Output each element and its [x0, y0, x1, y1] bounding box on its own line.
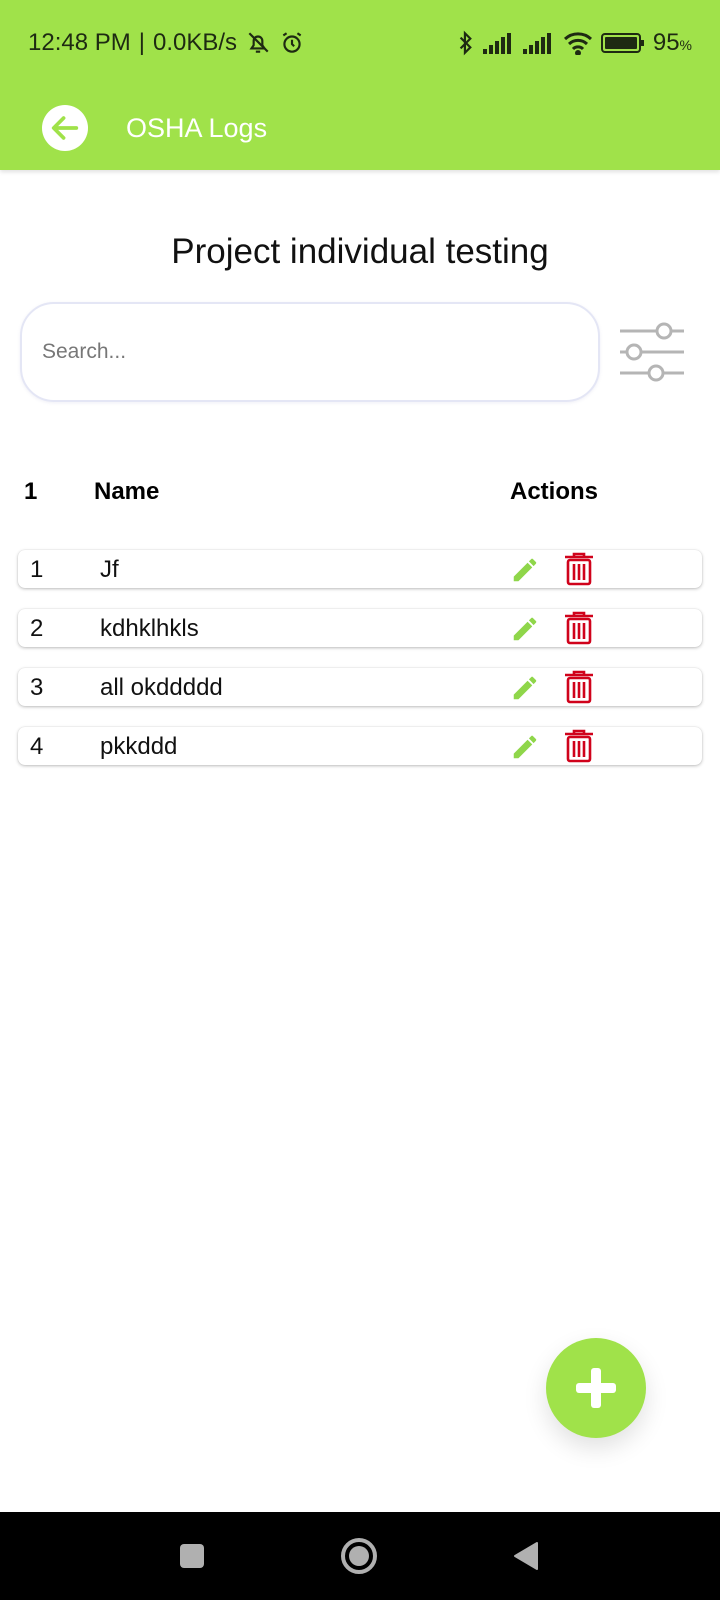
delete-button[interactable] [562, 610, 596, 646]
pencil-icon [510, 614, 540, 644]
delete-button[interactable] [562, 669, 596, 705]
status-left: 12:48 PM | 0.0KB/s [28, 29, 305, 57]
status-time: 12:48 PM [28, 29, 131, 56]
status-net-speed: 0.0KB/s [152, 29, 238, 56]
recents-icon [178, 1542, 206, 1570]
wifi-icon [563, 31, 593, 55]
row-name: pkkddd [100, 733, 178, 760]
system-nav-bar [0, 1512, 720, 1600]
table-row: 2 kdhklhkls [18, 609, 702, 647]
header-number: 1 [24, 478, 38, 505]
row-number: 3 [30, 674, 44, 701]
status-separator: | [138, 29, 145, 56]
row-name: all okddddd [100, 674, 223, 701]
row-number: 4 [30, 733, 44, 760]
edit-button[interactable] [508, 554, 542, 586]
search-input[interactable] [42, 340, 562, 364]
home-icon [339, 1536, 379, 1576]
row-name: kdhklhkls [100, 615, 199, 642]
status-right: 95% [457, 29, 692, 57]
plus-icon [573, 1365, 619, 1411]
bluetooth-icon [457, 30, 475, 56]
table-row: 1 Jf [18, 550, 702, 588]
trash-icon [563, 670, 595, 704]
signal-icon [482, 32, 515, 54]
trash-icon [563, 552, 595, 586]
alarm-icon [279, 30, 305, 56]
back-icon [511, 1540, 541, 1572]
pencil-icon [510, 673, 540, 703]
battery-icon [600, 32, 645, 54]
top-bar: 12:48 PM | 0.0KB/s 95% OSHA Logs [0, 0, 720, 170]
header-actions: Actions [510, 478, 599, 505]
filter-button[interactable] [617, 320, 687, 384]
home-button[interactable] [337, 1534, 381, 1578]
header-name: Name [94, 478, 160, 505]
edit-button[interactable] [508, 731, 542, 763]
row-name: Jf [100, 556, 119, 583]
app-title: OSHA Logs [126, 112, 268, 143]
back-button[interactable] [42, 105, 88, 151]
battery-level: 95% [652, 29, 692, 56]
signal-icon [522, 32, 555, 54]
trash-icon [563, 611, 595, 645]
table-rows: 1 Jf 2 kdhklhkls 3 all okddddd 4 pkkddd [18, 550, 702, 786]
edit-button[interactable] [508, 613, 542, 645]
system-back-button[interactable] [504, 1534, 548, 1578]
edit-button[interactable] [508, 672, 542, 704]
delete-button[interactable] [562, 728, 596, 764]
page-title: Project individual testing [171, 232, 549, 271]
table-row: 3 all okddddd [18, 668, 702, 706]
arrow-left-icon [48, 111, 82, 145]
table-row: 4 pkkddd [18, 727, 702, 765]
table-header: 1 Name Actions [0, 478, 720, 510]
recents-button[interactable] [170, 1534, 214, 1578]
add-log-button[interactable] [546, 1338, 646, 1438]
search-box[interactable] [20, 302, 600, 402]
status-bar: 12:48 PM | 0.0KB/s 95% [0, 0, 720, 86]
delete-button[interactable] [562, 551, 596, 587]
pencil-icon [510, 555, 540, 585]
screen: 12:48 PM | 0.0KB/s 95% OSHA Logs Project… [0, 0, 720, 1600]
mute-notifications-icon [245, 30, 271, 56]
trash-icon [563, 729, 595, 763]
pencil-icon [510, 732, 540, 762]
sliders-icon [618, 321, 686, 383]
row-number: 1 [30, 556, 44, 583]
row-number: 2 [30, 615, 44, 642]
app-bar: OSHA Logs [0, 86, 720, 170]
